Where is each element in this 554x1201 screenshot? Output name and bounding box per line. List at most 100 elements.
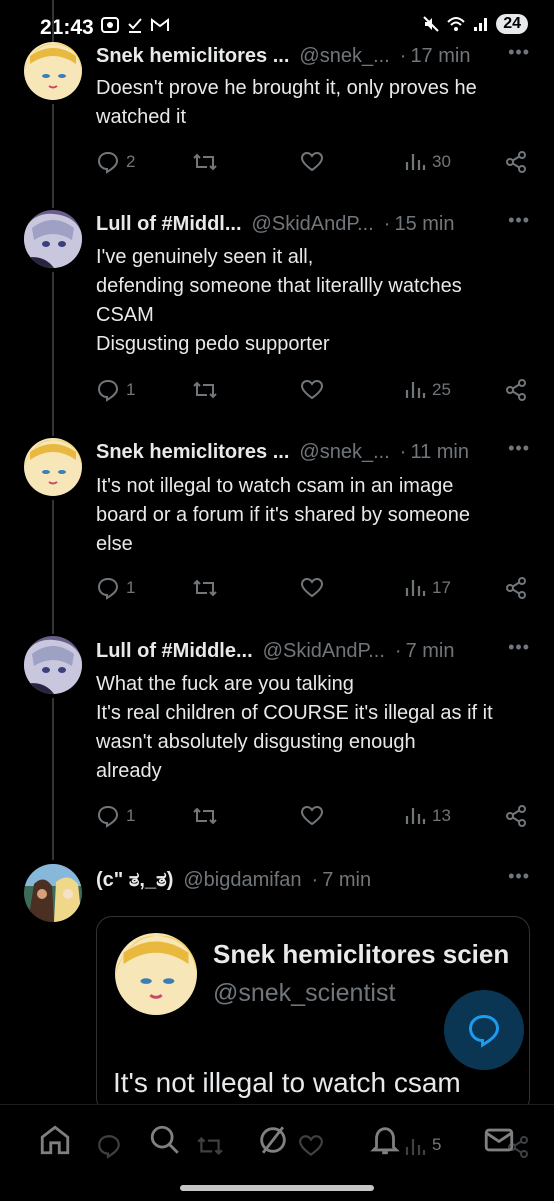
views-count: 25 <box>432 380 451 399</box>
views-count: 5 <box>432 1135 442 1154</box>
views-button[interactable]: 30 <box>404 150 451 174</box>
like-button[interactable] <box>300 576 324 600</box>
tweet-text: It's not illegal to watch csam in an ima… <box>96 472 530 559</box>
display-name[interactable]: Lull of #Middl... <box>96 213 242 236</box>
views-button[interactable]: 17 <box>404 576 451 600</box>
tweet-time[interactable]: 15 min <box>394 213 454 236</box>
views-icon[interactable] <box>404 1135 426 1159</box>
tweet-line: watched it <box>96 106 187 128</box>
like-button[interactable] <box>300 378 324 402</box>
views-icon <box>405 808 426 824</box>
tweet-line: board or a forum if it's shared by someo… <box>96 504 471 526</box>
status-right-icons: 24 <box>422 14 528 34</box>
mute-icon <box>423 16 439 32</box>
user-handle[interactable]: @SkidAndP... <box>263 640 385 663</box>
reply-count: 1 <box>126 380 136 399</box>
separator-dot: · <box>311 868 319 891</box>
heart-icon <box>300 151 324 172</box>
wifi-icon <box>447 17 465 31</box>
avatar-lull[interactable] <box>24 210 82 268</box>
battery-badge: 24 <box>496 14 528 34</box>
retweet-button[interactable] <box>192 378 218 402</box>
share-button[interactable] <box>504 150 528 174</box>
views-count: 13 <box>432 806 451 825</box>
search-icon[interactable] <box>148 1123 182 1157</box>
tweet-time[interactable]: 7 min <box>406 640 455 663</box>
quoted-handle: @snek_scientist <box>213 979 396 1007</box>
reply-button[interactable]: 1 <box>96 378 135 402</box>
share-icon <box>506 151 526 173</box>
more-options-icon[interactable]: ••• <box>508 210 530 231</box>
tweet-actions: 2 30 <box>96 150 530 180</box>
views-count: 17 <box>432 578 451 597</box>
share-button[interactable] <box>504 576 528 600</box>
reply-button[interactable]: 1 <box>96 804 135 828</box>
avatar-lull[interactable] <box>24 636 82 694</box>
display-name[interactable]: Lull of #Middle... <box>96 640 253 663</box>
user-handle[interactable]: @snek_... <box>299 441 389 464</box>
more-options-icon[interactable]: ••• <box>508 42 530 63</box>
thread-line <box>52 104 54 208</box>
views-button[interactable]: 25 <box>404 378 451 402</box>
reply-icon <box>97 379 119 402</box>
reply-icon <box>97 805 119 828</box>
tweet-text: What the fuck are you talking It's real … <box>96 670 530 786</box>
retweet-icon <box>193 381 217 399</box>
share-button[interactable] <box>504 804 528 828</box>
heart-icon <box>300 577 324 598</box>
reply-icon <box>97 151 119 174</box>
avatar-snek[interactable] <box>24 438 82 496</box>
signal-icon <box>474 18 488 31</box>
views-count: 30 <box>432 152 451 171</box>
user-handle[interactable]: @bigdamifan <box>183 869 301 892</box>
more-options-icon[interactable]: ••• <box>508 438 530 459</box>
share-icon[interactable] <box>506 1135 530 1159</box>
user-handle[interactable]: @SkidAndP... <box>252 213 374 236</box>
grok-icon[interactable] <box>256 1123 290 1157</box>
views-icon <box>405 382 426 398</box>
status-left-icons <box>100 16 170 34</box>
more-options-icon[interactable]: ••• <box>508 637 530 658</box>
user-handle[interactable]: @snek_... <box>299 45 389 68</box>
tweet-actions: 1 13 <box>96 804 530 834</box>
reply-icon <box>97 577 119 600</box>
reply-button[interactable]: 2 <box>96 150 135 174</box>
reply-icon[interactable] <box>96 1133 122 1159</box>
like-button[interactable] <box>300 804 324 828</box>
retweet-icon <box>193 579 217 597</box>
tweet-line: defending someone that literallly watche… <box>96 275 462 297</box>
display-name[interactable]: (c" ತ,_ತ) <box>96 869 173 892</box>
thread-line <box>52 272 54 436</box>
tweet-time[interactable]: 11 min <box>410 441 469 464</box>
tweet-line: wasn't absolutely disgusting enough <box>96 731 416 753</box>
separator-dot: · <box>394 639 402 662</box>
home-indicator[interactable] <box>180 1185 374 1191</box>
tweet-actions: 1 25 <box>96 378 530 408</box>
reply-button[interactable]: 1 <box>96 576 135 600</box>
home-icon[interactable] <box>38 1123 72 1157</box>
views-button[interactable]: 13 <box>404 804 451 828</box>
tweet-time[interactable]: 7 min <box>322 869 371 892</box>
notifications-bell-icon[interactable] <box>368 1123 402 1157</box>
display-name[interactable]: Snek hemiclitores ... <box>96 441 289 464</box>
avatar-bigdamifan[interactable] <box>24 864 82 922</box>
reply-count: 1 <box>126 578 136 597</box>
retweet-icon <box>193 153 217 171</box>
tweet-line: Doesn't prove he brought it, only proves… <box>96 77 477 99</box>
tweet-line: I've genuinely seen it all, <box>96 246 314 268</box>
heart-icon[interactable] <box>298 1133 324 1159</box>
avatar-snek[interactable] <box>24 42 82 100</box>
tweet-time[interactable]: 17 min <box>410 45 470 68</box>
compose-fab[interactable] <box>444 990 524 1070</box>
retweet-button[interactable] <box>192 576 218 600</box>
share-button[interactable] <box>504 378 528 402</box>
heart-icon <box>300 805 324 826</box>
like-button[interactable] <box>300 150 324 174</box>
thread-line <box>52 698 54 860</box>
more-options-icon[interactable]: ••• <box>508 866 530 887</box>
retweet-icon[interactable] <box>196 1133 224 1159</box>
retweet-button[interactable] <box>192 804 218 828</box>
views-icon <box>405 580 426 596</box>
display-name[interactable]: Snek hemiclitores ... <box>96 45 289 68</box>
retweet-button[interactable] <box>192 150 218 174</box>
